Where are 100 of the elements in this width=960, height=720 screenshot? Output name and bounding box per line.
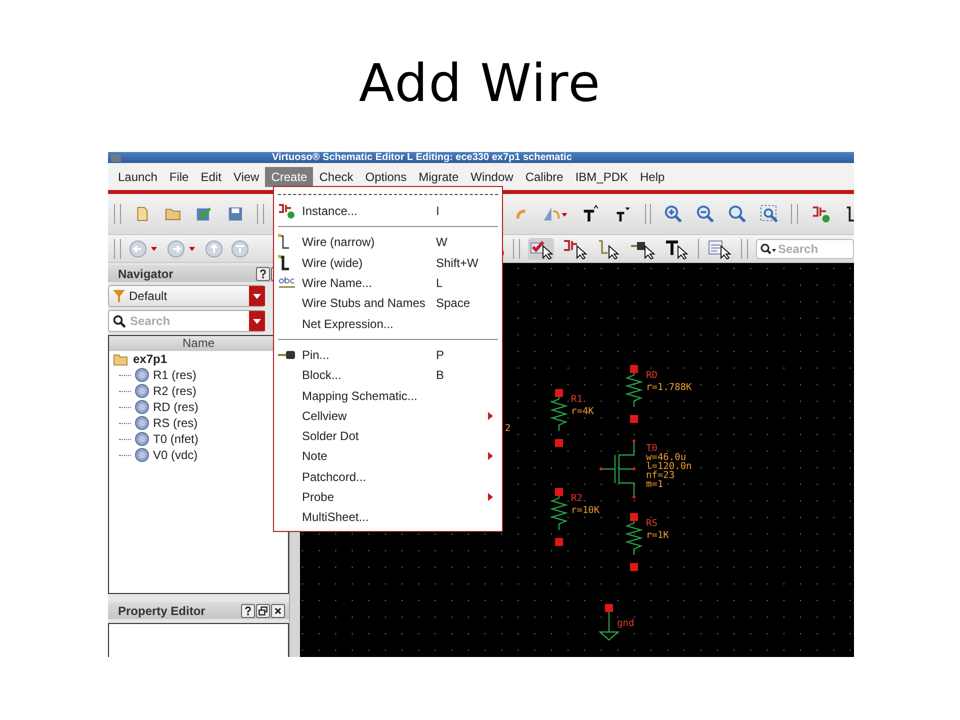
menu-item[interactable]: Instance... I	[274, 201, 502, 222]
menu-item[interactable]: Patchcord...	[274, 466, 502, 487]
pin-icon	[278, 348, 296, 361]
component-parameter: r=1K	[646, 530, 669, 541]
zoom-box-icon[interactable]	[760, 204, 778, 224]
instance-icon[interactable]	[811, 204, 832, 224]
transistor-symbol	[600, 440, 636, 498]
toolbar-handle[interactable]	[741, 238, 748, 258]
up-icon[interactable]	[205, 240, 223, 258]
wire-cursor-icon[interactable]	[596, 238, 622, 260]
text-larger-icon[interactable]	[581, 204, 600, 224]
component-name: RD	[646, 370, 658, 381]
select-check-icon[interactable]	[528, 238, 554, 260]
menu-item[interactable]: IBM_PDK	[569, 166, 634, 186]
menu-item[interactable]: View	[227, 166, 266, 186]
menu-item[interactable]: Wire (narrow) W	[274, 232, 502, 253]
funnel-icon	[113, 290, 125, 302]
panel-title: Property Editor	[118, 604, 206, 618]
tree-item[interactable]: R1 (res)	[153, 368, 196, 382]
menu-item[interactable]: Window	[464, 166, 520, 186]
component-parameter: r=1.788K	[646, 382, 692, 393]
toolbar-handle[interactable]	[114, 204, 121, 224]
toolbar-handle[interactable]	[644, 204, 652, 224]
back-icon[interactable]	[129, 240, 159, 258]
checked-save-icon[interactable]	[195, 205, 214, 223]
menu-item[interactable]: Mapping Schematic...	[274, 385, 502, 406]
menu-item[interactable]: File	[163, 166, 195, 186]
resistor-symbol	[624, 513, 644, 571]
menu-item[interactable]: Block... B	[274, 365, 502, 386]
resistor-symbol	[550, 389, 568, 447]
menu-item[interactable]: Net Expression...	[274, 313, 502, 334]
component-name: R2	[571, 493, 582, 504]
menu-item[interactable]: Wire Name... L	[274, 272, 502, 294]
menu-item[interactable]: Check	[313, 166, 360, 186]
tree-item[interactable]: R2 (res)	[153, 384, 196, 398]
tree-item[interactable]: ex7p1	[133, 352, 168, 366]
tree-item[interactable]: V0 (vdc)	[153, 448, 198, 462]
zoom-out-icon[interactable]	[696, 204, 715, 224]
window-icon	[110, 152, 122, 162]
search-icon	[113, 314, 126, 328]
tree-item[interactable]: T0 (nfet)	[153, 432, 198, 446]
forward-icon[interactable]	[167, 240, 197, 258]
slide-title: Add Wire	[358, 53, 602, 116]
close-button[interactable]	[271, 604, 286, 618]
help-button[interactable]	[256, 266, 270, 280]
wire-icon	[278, 234, 290, 250]
toolbar-handle[interactable]	[791, 204, 798, 224]
panel-title: Navigator	[118, 266, 174, 280]
menu-item[interactable]: Wire Stubs and Names Space	[274, 293, 502, 314]
net-label: 2	[505, 423, 511, 434]
help-button[interactable]	[241, 604, 256, 618]
wire-icon[interactable]	[844, 204, 854, 224]
toolbar-handle[interactable]	[256, 204, 264, 224]
menu-item[interactable]: Launch	[112, 166, 164, 186]
object-icon	[135, 400, 149, 414]
tree-item[interactable]: RS (res)	[153, 416, 198, 430]
toolbar-handle[interactable]	[114, 238, 121, 258]
menu-item[interactable]: Migrate	[412, 166, 465, 186]
save-icon[interactable]	[226, 205, 244, 223]
instance-icon	[278, 203, 296, 220]
instance-cursor-icon[interactable]	[562, 238, 588, 260]
zoom-fit-icon[interactable]	[728, 204, 747, 224]
menu-item[interactable]: Options	[359, 166, 413, 186]
component-parameter: r=10K	[571, 505, 600, 516]
float-button[interactable]	[256, 604, 270, 618]
object-icon	[135, 384, 149, 398]
component-name: R1	[571, 394, 582, 405]
component-parameter: m=1	[646, 479, 664, 490]
menu-item[interactable]: Create	[265, 166, 314, 186]
menu-item[interactable]: Solder Dot	[274, 426, 502, 446]
menu-item[interactable]: Help	[634, 166, 671, 186]
menu-item[interactable]: Probe	[274, 486, 502, 508]
top-icon[interactable]	[231, 240, 249, 258]
window-title: Virtuoso® Schematic Editor L Editing: ece330 ex7p1 schematic	[272, 152, 572, 163]
object-icon	[135, 368, 149, 382]
filter-dropdown[interactable]: Default	[108, 285, 266, 307]
list-cursor-icon[interactable]	[707, 238, 733, 260]
net-label: gnd	[617, 618, 634, 629]
menu-item[interactable]: Calibre	[519, 166, 570, 186]
component-name: T0	[646, 443, 658, 454]
zoom-in-icon[interactable]	[664, 204, 684, 224]
toolbar-handle[interactable]	[513, 238, 520, 258]
object-icon	[135, 432, 149, 446]
text-cursor-icon[interactable]	[664, 238, 690, 260]
mirror-icon[interactable]	[542, 205, 568, 223]
menu-item[interactable]: MultiSheet...	[274, 507, 502, 528]
component-parameter: r=4K	[571, 406, 594, 417]
submenu-arrow-icon	[488, 412, 493, 420]
menu-item[interactable]: Edit	[194, 166, 228, 186]
menu-item[interactable]: Cellview	[274, 406, 502, 426]
search-icon	[760, 242, 776, 254]
menu-item[interactable]: Wire (wide) Shift+W	[274, 252, 502, 273]
submenu-arrow-icon	[488, 493, 493, 501]
resistor-symbol	[550, 488, 568, 546]
caret-icon	[253, 318, 262, 324]
component-parameter: l=120.0n	[646, 461, 692, 472]
wide-wire-icon	[278, 254, 290, 271]
tree-item[interactable]: RD (res)	[153, 400, 198, 414]
menu-item[interactable]: Note	[274, 446, 502, 467]
component-parameter: nf=23	[646, 470, 675, 481]
